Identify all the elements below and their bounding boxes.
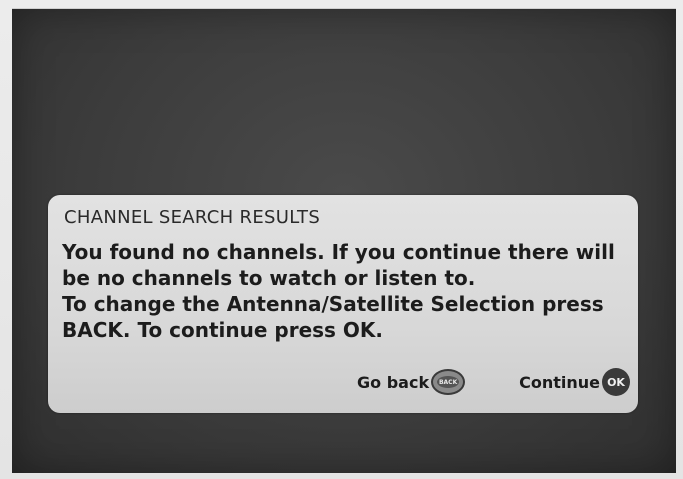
message-line: To change the Antenna/Satellite Selectio… — [62, 292, 604, 316]
photo-frame: CHANNEL SEARCH RESULTS You found no chan… — [0, 0, 683, 479]
channel-search-results-dialog: CHANNEL SEARCH RESULTS You found no chan… — [48, 195, 638, 413]
continue-button[interactable]: Continue OK — [519, 368, 630, 396]
message-line: be no channels to watch or listen to. — [62, 266, 476, 290]
back-key-text: BACK — [437, 376, 460, 388]
back-key-icon: BACK — [431, 369, 466, 395]
message-line: You found no channels. If you continue t… — [62, 240, 615, 264]
continue-label: Continue — [519, 372, 600, 392]
dialog-message: You found no channels. If you continue t… — [62, 239, 628, 343]
ok-key-icon: OK — [602, 368, 630, 396]
go-back-button[interactable]: Go back BACK — [357, 369, 466, 395]
dialog-actions: Go back BACK Continue OK — [357, 367, 630, 397]
message-line: BACK. To continue press OK. — [62, 318, 384, 342]
tv-screen: CHANNEL SEARCH RESULTS You found no chan… — [12, 8, 676, 473]
go-back-label: Go back — [357, 372, 430, 392]
dialog-title: CHANNEL SEARCH RESULTS — [64, 207, 321, 228]
